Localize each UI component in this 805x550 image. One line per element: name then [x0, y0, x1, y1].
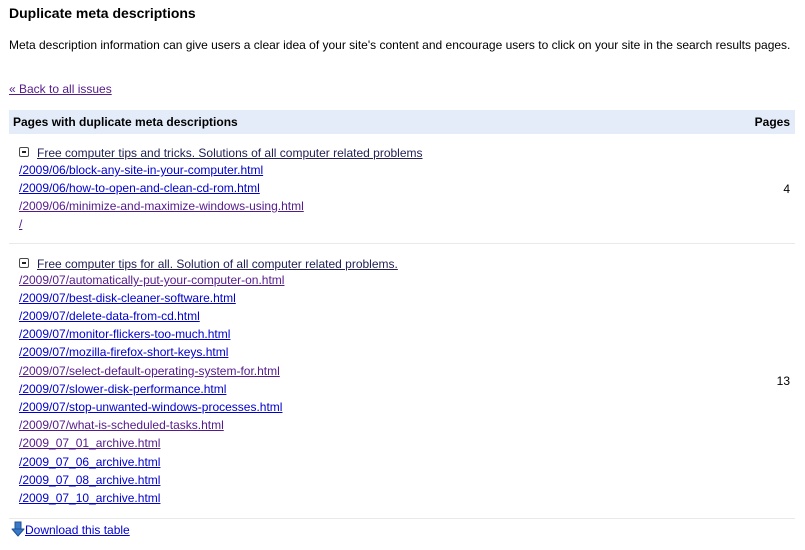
page-link[interactable]: /2009/07/best-disk-cleaner-software.html	[19, 289, 236, 307]
page-link[interactable]: /2009/07/slower-disk-performance.html	[19, 380, 226, 398]
duplicate-group: Free computer tips and tricks. Solutions…	[9, 144, 795, 244]
page-link[interactable]: /2009/06/minimize-and-maximize-windows-u…	[19, 197, 304, 215]
page-link[interactable]: /2009/06/block-any-site-in-your-computer…	[19, 161, 263, 179]
page-link[interactable]: /2009/06/how-to-open-and-clean-cd-rom.ht…	[19, 179, 260, 197]
page-link[interactable]: /2009_07_08_archive.html	[19, 471, 160, 489]
page-link[interactable]: /2009/07/delete-data-from-cd.html	[19, 307, 200, 325]
group-title-link[interactable]: Free computer tips and tricks. Solutions…	[37, 144, 423, 162]
page-link[interactable]: /2009_07_06_archive.html	[19, 453, 160, 471]
back-to-all-issues-link[interactable]: « Back to all issues	[9, 82, 112, 97]
collapse-icon[interactable]	[19, 258, 29, 268]
column-header-pages-with-duplicates: Pages with duplicate meta descriptions	[13, 115, 238, 129]
download-arrow-icon[interactable]	[11, 521, 25, 537]
page-link[interactable]: /2009_07_01_archive.html	[19, 434, 160, 452]
column-header-pages-count: Pages	[754, 115, 790, 129]
page-title: Duplicate meta descriptions	[9, 5, 196, 21]
page-link[interactable]: /2009_07_10_archive.html	[19, 489, 160, 507]
pages-count: 13	[776, 374, 790, 388]
page-link[interactable]: /2009/07/stop-unwanted-windows-processes…	[19, 398, 282, 416]
collapse-icon[interactable]	[19, 147, 29, 157]
page-link[interactable]: /	[19, 215, 22, 233]
duplicate-group: Free computer tips for all. Solution of …	[9, 255, 795, 519]
page-link[interactable]: /2009/07/what-is-scheduled-tasks.html	[19, 416, 224, 434]
page-link[interactable]: /2009/07/select-default-operating-system…	[19, 362, 280, 380]
page-description: Meta description information can give us…	[9, 38, 791, 52]
page-link[interactable]: /2009/07/monitor-flickers-too-much.html	[19, 325, 230, 343]
page-link[interactable]: /2009/07/mozilla-firefox-short-keys.html	[19, 343, 228, 361]
download-table-link[interactable]: Download this table	[25, 523, 130, 538]
table-header: Pages with duplicate meta descriptions P…	[9, 110, 795, 134]
page-link[interactable]: /2009/07/automatically-put-your-computer…	[19, 271, 284, 289]
pages-count: 4	[783, 182, 790, 196]
